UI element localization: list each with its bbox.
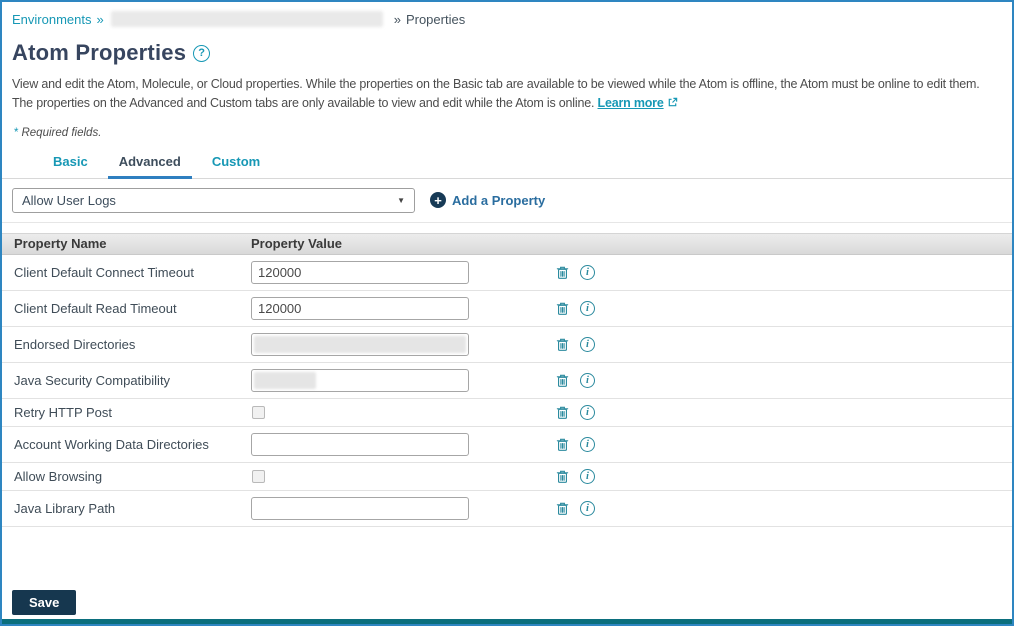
plus-icon: + [430,192,446,209]
property-selector[interactable]: Allow User Logs ▼ [12,187,415,213]
chevron-down-icon: ▼ [397,195,405,205]
row-actions: i [555,436,595,452]
info-icon[interactable]: i [580,264,595,280]
external-link-icon [667,95,678,114]
property-name-label: Endorsed Directories [14,336,136,352]
property-value-cell [251,368,555,392]
property-name-label: Allow Browsing [14,468,103,484]
info-icon[interactable]: i [580,500,595,516]
tab-bar: Basic Advanced Custom [2,148,1012,179]
row-actions: i [555,500,595,516]
delete-icon[interactable] [555,437,570,452]
learn-more-link[interactable]: Learn more [598,96,664,110]
table-row: Endorsed Directories i [2,327,1012,363]
property-input-wrap [251,296,469,320]
breadcrumb-separator: » [393,11,401,27]
property-input-wrap [251,260,469,284]
row-actions: i [555,404,595,420]
property-value-cell [251,260,555,284]
row-actions: i [555,300,595,316]
breadcrumb: Environments » » Properties [2,2,1012,27]
info-icon[interactable]: i [580,372,595,388]
table-row: Client Default Connect Timeout i [2,255,1012,291]
delete-icon[interactable] [555,265,570,280]
info-icon[interactable]: i [580,436,595,452]
info-icon[interactable]: i [580,336,595,352]
row-actions: i [555,264,595,280]
save-button[interactable]: Save [12,590,77,615]
page-title: Atom Properties [12,40,187,65]
tab-advanced[interactable]: Advanced [107,148,192,179]
column-header-property-name: Property Name [14,236,107,252]
property-toolbar: Allow User Logs ▼ + Add a Property [2,179,1012,223]
property-input-wrap [251,332,469,356]
property-name-label: Account Working Data Directories [14,436,209,452]
table-row: Retry HTTP Post i [2,399,1012,427]
row-actions: i [555,372,595,388]
property-value-cell [251,432,555,456]
add-property-button[interactable]: + Add a Property [430,192,546,209]
table-row: Client Default Read Timeout i [2,291,1012,327]
property-name-label: Client Default Read Timeout [14,300,177,316]
property-value-cell [251,469,555,483]
required-asterisk: * [14,126,19,139]
bottom-accent-bar [2,619,1012,624]
description-body: View and edit the Atom, Molecule, or Clo… [12,77,980,111]
breadcrumb-redacted-segment [110,11,383,27]
property-value-cell [251,332,555,356]
tab-basic[interactable]: Basic [42,148,99,179]
property-name-label: Retry HTTP Post [14,404,113,420]
property-selector-value: Allow User Logs [22,192,116,208]
required-fields-note: * Required fields. [14,127,1012,139]
property-value-cell [251,496,555,520]
property-value-input[interactable] [251,432,469,456]
tab-custom[interactable]: Custom [201,148,271,179]
table-row: Java Library Path i [2,491,1012,527]
help-icon[interactable]: ? [193,44,211,62]
delete-icon[interactable] [555,501,570,516]
row-actions: i [555,468,595,484]
property-checkbox[interactable] [252,469,265,483]
redaction-overlay [254,335,466,353]
atom-properties-page: Environments » » Properties Atom Propert… [0,0,1014,626]
info-icon[interactable]: i [580,404,595,420]
property-value-input[interactable] [251,496,469,520]
delete-icon[interactable] [555,373,570,388]
property-value-cell [251,296,555,320]
info-icon[interactable]: i [580,300,595,316]
title-row: Atom Properties ? [12,40,1012,66]
table-row: Java Security Compatibility i [2,363,1012,399]
description-text: View and edit the Atom, Molecule, or Clo… [12,75,1002,115]
add-property-label: Add a Property [452,192,546,208]
delete-icon[interactable] [555,301,570,316]
property-table: Property Name Property Value Client Defa… [2,232,1012,527]
table-row: Account Working Data Directories i [2,427,1012,463]
delete-icon[interactable] [555,469,570,484]
property-value-input[interactable] [251,260,469,284]
property-checkbox[interactable] [252,405,265,419]
breadcrumb-current: Properties [405,11,466,27]
delete-icon[interactable] [555,405,570,420]
table-row: Allow Browsing i [2,463,1012,491]
property-value-cell [251,405,555,419]
row-actions: i [555,336,595,352]
column-header-property-value: Property Value [251,236,343,252]
info-icon[interactable]: i [580,468,595,484]
property-input-wrap [251,368,469,392]
breadcrumb-environments-link[interactable]: Environments [12,12,91,27]
property-input-wrap [251,496,469,520]
delete-icon[interactable] [555,337,570,352]
property-name-label: Client Default Connect Timeout [14,264,194,280]
property-table-body: Client Default Connect TimeoutiClient De… [2,255,1012,527]
property-input-wrap [251,432,469,456]
property-name-label: Java Security Compatibility [14,372,171,388]
property-value-input[interactable] [251,296,469,320]
breadcrumb-separator: » [96,11,104,27]
property-name-label: Java Library Path [14,500,116,516]
redaction-overlay [254,371,316,389]
required-text: Required fields. [21,126,102,139]
table-header: Property Name Property Value [2,232,1012,255]
